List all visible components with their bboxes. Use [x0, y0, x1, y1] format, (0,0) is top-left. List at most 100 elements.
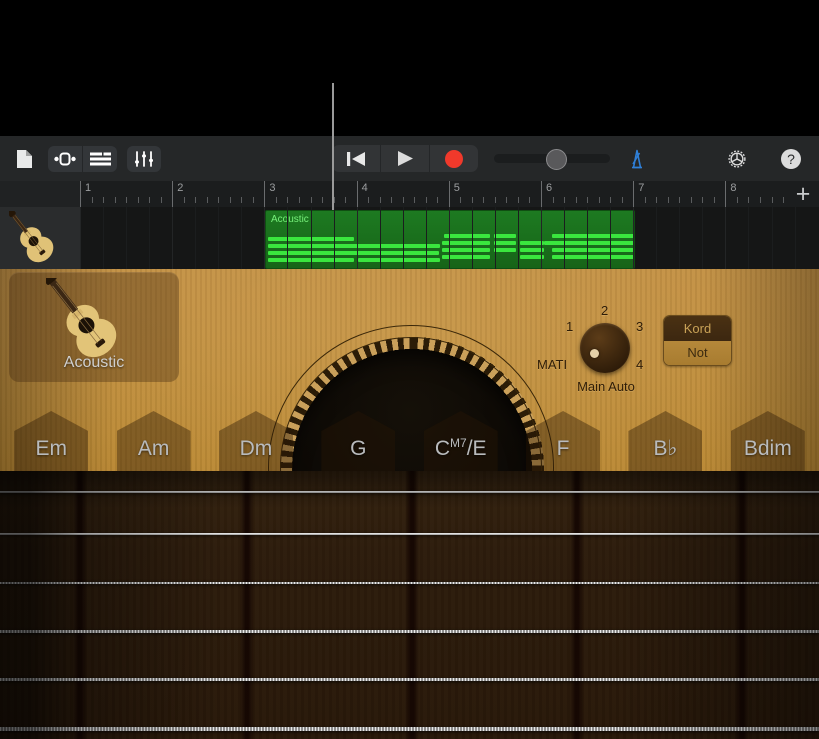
transport-group	[332, 136, 648, 181]
ruler-tick	[92, 197, 93, 203]
midi-region[interactable]: Acoustic	[265, 210, 635, 269]
ruler-tick	[103, 197, 104, 203]
chord-button-g[interactable]: G	[321, 411, 395, 471]
ruler-bar: 7	[633, 181, 634, 207]
auto-play-knob[interactable]	[580, 323, 630, 373]
ruler-tick	[529, 197, 530, 203]
help-icon[interactable]: ?	[777, 146, 805, 172]
lane-grid-line	[357, 207, 358, 269]
ruler-tick	[691, 197, 692, 203]
document-icon[interactable]	[10, 146, 38, 172]
chord-button-f[interactable]: F	[526, 411, 600, 471]
ruler-bar-number: 2	[177, 182, 183, 194]
auto-play-knob-group: 1 2 3 4 MATI Main Auto	[536, 297, 676, 412]
ruler-tick	[426, 197, 427, 203]
ruler-tick	[345, 197, 346, 203]
lane-grid-subline	[472, 207, 473, 269]
ruler-tick	[322, 197, 323, 203]
chord-button-b[interactable]: B♭	[628, 411, 702, 471]
fretboard[interactable]	[0, 471, 819, 739]
lane-grid-subline	[241, 207, 242, 269]
ruler-tick	[564, 197, 565, 203]
ruler-tick	[576, 197, 577, 203]
lane-grid-subline	[195, 207, 196, 269]
ruler-bar: 8	[725, 181, 726, 207]
ruler-tick	[195, 197, 196, 203]
play-button[interactable]	[380, 145, 429, 172]
lane-grid-subline	[656, 207, 657, 269]
lane-grid-subline	[126, 207, 127, 269]
lane-grid-subline	[748, 207, 749, 269]
knob-tick-label-1: 1	[566, 319, 573, 334]
lane-grid-subline	[380, 207, 381, 269]
toggle-option-not[interactable]: Not	[664, 341, 731, 366]
ruler-bar: 2	[172, 181, 173, 207]
ruler-tick	[656, 197, 657, 203]
ruler-tick	[311, 197, 312, 203]
chord-label: Am	[138, 437, 170, 471]
lane-grid-line	[80, 207, 81, 269]
volume-slider-knob[interactable]	[546, 149, 567, 170]
chord-button-c[interactable]: CM7/E	[424, 411, 498, 471]
lane-grid-subline	[287, 207, 288, 269]
ruler-tick	[230, 197, 231, 203]
midi-note	[494, 241, 516, 245]
ruler-bars[interactable]: 12345678	[80, 181, 791, 207]
lane-grid-subline	[795, 207, 796, 269]
ruler-tick	[772, 197, 773, 203]
rewind-button[interactable]	[332, 145, 380, 172]
track-header[interactable]	[0, 207, 81, 269]
garageband-window: ? 12345678 +	[0, 0, 819, 739]
ruler-tick	[599, 197, 600, 203]
track-lane[interactable]: Acoustic	[80, 207, 819, 269]
ruler-tick	[506, 197, 507, 203]
acoustic-guitar-icon	[9, 211, 71, 265]
chord-strip: Em Am Dm G CM7/E F B♭ Bdim	[0, 411, 819, 471]
midi-note	[494, 248, 516, 252]
ruler-tick	[714, 197, 715, 203]
volume-slider[interactable]	[494, 154, 610, 163]
knob-side-label: MATI	[537, 357, 567, 372]
transport-buttons	[332, 145, 478, 172]
loop-browser-icon[interactable]	[48, 146, 82, 172]
ruler-tick	[460, 197, 461, 203]
chord-label: CM7/E	[435, 436, 487, 471]
global-playhead-line[interactable]	[332, 83, 334, 210]
instrument-card-label: Acoustic	[9, 354, 179, 372]
ruler-tick	[437, 197, 438, 203]
ruler-tick	[587, 197, 588, 203]
ruler-tick	[299, 197, 300, 203]
ruler-bar-number: 5	[454, 182, 460, 194]
lane-grid-subline	[702, 207, 703, 269]
timeline-ruler[interactable]: 12345678 +	[0, 181, 819, 207]
mixer-icon[interactable]	[127, 146, 161, 172]
metronome-icon[interactable]	[626, 148, 648, 170]
ruler-tick	[783, 197, 784, 203]
settings-icon[interactable]	[723, 146, 751, 172]
lane-grid-subline	[610, 207, 611, 269]
ruler-tick	[241, 197, 242, 203]
ruler-tick	[207, 197, 208, 203]
lane-grid-subline	[587, 207, 588, 269]
lane-grid-line	[541, 207, 542, 269]
instrument-selector-card[interactable]: Acoustic	[9, 272, 179, 382]
chord-button-dm[interactable]: Dm	[219, 411, 293, 471]
ruler-tick	[702, 197, 703, 203]
chord-button-bdim[interactable]: Bdim	[731, 411, 805, 471]
toggle-option-kord[interactable]: Kord	[664, 316, 731, 341]
chord-button-em[interactable]: Em	[14, 411, 88, 471]
empty-black-area	[0, 0, 819, 136]
ruler-tick	[495, 197, 496, 203]
ruler-bar-number: 3	[269, 182, 275, 194]
lane-grid-subline	[149, 207, 150, 269]
record-button[interactable]	[429, 145, 478, 172]
add-track-button[interactable]: +	[791, 183, 815, 205]
track-view-icon[interactable]	[82, 146, 117, 172]
chord-notes-toggle[interactable]: Kord Not	[663, 315, 732, 366]
view-toggle-group	[48, 146, 117, 172]
chord-button-am[interactable]: Am	[117, 411, 191, 471]
ruler-tick	[610, 197, 611, 203]
midi-note	[444, 234, 490, 238]
ruler-tick	[161, 197, 162, 203]
lane-grid-subline	[103, 207, 104, 269]
